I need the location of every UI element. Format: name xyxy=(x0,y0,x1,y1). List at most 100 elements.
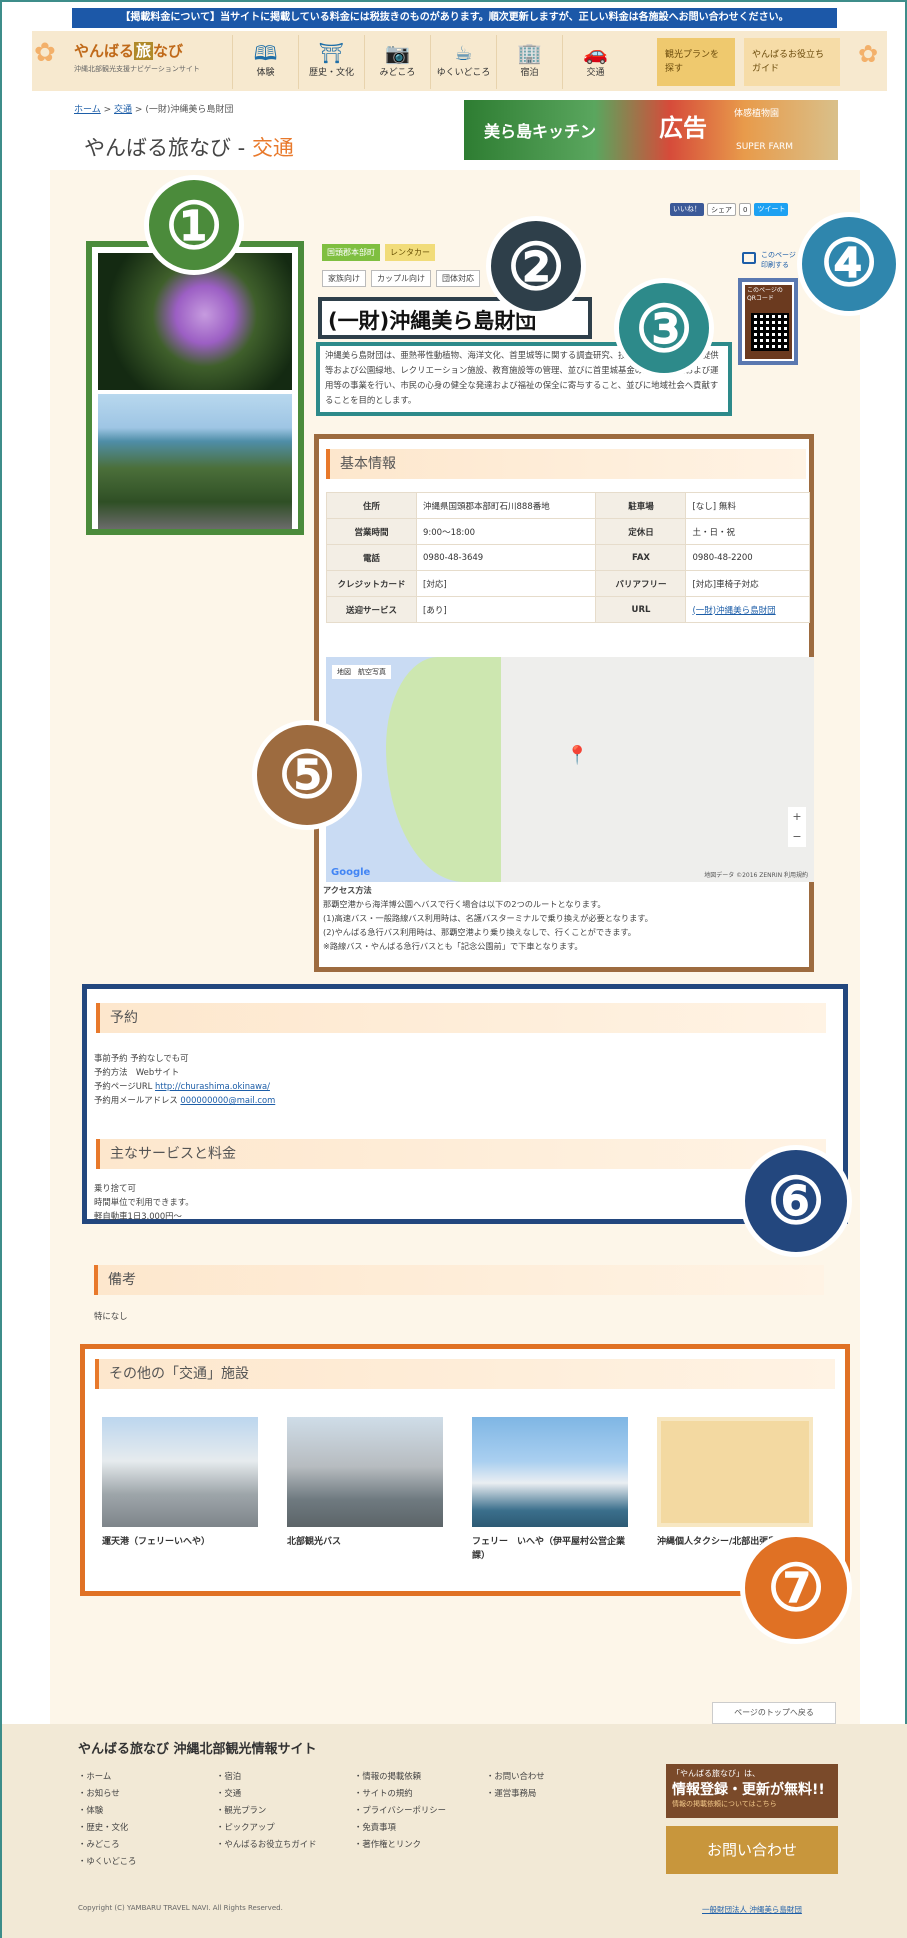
site-logo[interactable]: やんばる旅なび 沖縄北部観光支援ナビゲーションサイト xyxy=(74,40,214,86)
map-copyright: 地図データ ©2016 ZENRIN 利用規約 xyxy=(704,872,808,879)
footer-link[interactable]: ・やんばるお役立ちガイド xyxy=(216,1836,317,1853)
copyright: Copyright (C) YAMBARU TRAVEL NAVI. All R… xyxy=(78,1904,283,1912)
section-heading: 主なサービスと料金 xyxy=(96,1139,826,1169)
facility-thumbnail xyxy=(102,1417,258,1527)
table-row: 営業時間 9:00～18:00 定休日 土・日・祝 xyxy=(326,518,810,545)
hotel-icon: 🏢 xyxy=(517,41,542,65)
logo-tagline: 沖縄北部観光支援ナビゲーションサイト xyxy=(74,65,200,73)
footer-link[interactable]: ・お知らせ xyxy=(78,1785,136,1802)
breadcrumb: ホーム > 交通 > (一財)沖縄美ら島財団 xyxy=(74,105,234,115)
nav-item-rest[interactable]: ☕ ゆくいどころ xyxy=(430,35,496,89)
facility-photos xyxy=(86,241,304,535)
nav-item-stay[interactable]: 🏢 宿泊 xyxy=(496,35,562,89)
share-count: 0 xyxy=(739,203,752,216)
footer-link[interactable]: ・みどころ xyxy=(78,1836,136,1853)
footer-nav-column: ・お問い合わせ ・運営事務局 xyxy=(486,1768,545,1802)
history-icon: ⛩ xyxy=(318,41,345,65)
facebook-like-button[interactable]: いいね！ xyxy=(670,203,704,216)
breadcrumb-home-link[interactable]: ホーム xyxy=(74,105,101,115)
info-table: 住所 沖縄県国頭郡本部町石川888番地 駐車場 [なし] 無料 営業時間 9:00～1… xyxy=(326,492,810,623)
footer-link[interactable]: ・交通 xyxy=(216,1785,317,1802)
share-button[interactable]: シェア xyxy=(707,203,736,216)
facility-thumbnail xyxy=(472,1417,628,1527)
camera-icon: 📷 xyxy=(385,41,410,65)
nav-item-experience[interactable]: 🕮 体験 xyxy=(232,35,298,89)
footer-nav-column: ・情報の掲載依頼 ・サイトの規約 ・プライバシーポリシー ・免責事項 ・著作権と… xyxy=(354,1768,446,1853)
remarks-section: 備考 特になし xyxy=(86,1265,826,1337)
page-title: やんばる旅なび - 交通 xyxy=(84,136,294,160)
footer-title: やんばる旅なび 沖縄北部観光情報サイト xyxy=(78,1742,317,1757)
target-tag: 家族向け xyxy=(322,270,366,287)
nav-item-sights[interactable]: 📷 みどころ xyxy=(364,35,430,89)
printer-icon xyxy=(742,252,756,264)
footer: やんばる旅なび 沖縄北部観光情報サイト ・ホーム ・お知らせ ・体験 ・歴史・文… xyxy=(2,1724,907,1938)
footer-link[interactable]: ・ホーム xyxy=(78,1768,136,1785)
ad-banner[interactable]: 美ら島キッチン 広告 体感植物園 SUPER FARM xyxy=(464,100,838,160)
nav-item-transport[interactable]: 🚗 交通 xyxy=(562,35,628,89)
reservation-email-link[interactable]: 000000000@mail.com xyxy=(180,1095,275,1105)
callout-number-1: ① xyxy=(144,175,244,275)
google-logo: Google xyxy=(331,867,371,878)
access-info: アクセス方法 那覇空港から海洋博公園へバスで行く場合は以下の2つのルートとなりま… xyxy=(323,885,653,951)
car-icon: 🚗 xyxy=(583,41,608,65)
breadcrumb-category-link[interactable]: 交通 xyxy=(114,105,132,115)
section-heading: その他の「交通」施設 xyxy=(95,1359,835,1389)
registration-promo-banner[interactable]: 「やんばる旅なび」は、 情報登録・更新が無料!! 情報の掲載依頼についてはこちら xyxy=(666,1764,838,1818)
facility-card[interactable]: フェリー いへや（伊平屋村公営企業課） xyxy=(472,1417,628,1567)
footer-link[interactable]: ・ゆくいどころ xyxy=(78,1853,136,1870)
reservation-url-link[interactable]: http://churashima.okinawa/ xyxy=(155,1081,270,1091)
callout-number-3: ③ xyxy=(614,278,714,378)
footer-link[interactable]: ・運営事務局 xyxy=(486,1785,545,1802)
callout-number-5: ⑤ xyxy=(252,720,362,830)
nav-item-history[interactable]: ⛩ 歴史・文化 xyxy=(298,35,364,89)
category-tag[interactable]: レンタカー xyxy=(385,244,435,261)
google-map[interactable]: 地図 航空写真 📍 + − Google 地図データ ©2016 ZENRIN 利… xyxy=(326,657,814,882)
hibiscus-decoration-icon: ✿ xyxy=(34,38,56,68)
facility-aerial-photo[interactable] xyxy=(98,394,292,529)
map-zoom-control[interactable]: + − xyxy=(788,807,806,847)
footer-link[interactable]: ・宿泊 xyxy=(216,1768,317,1785)
footer-link[interactable]: ・著作権とリンク xyxy=(354,1836,446,1853)
footer-link[interactable]: ・観光プラン xyxy=(216,1802,317,1819)
reservation-section: 予約 事前予約 予約なしでも可 予約方法 Webサイト 予約ページURL htt… xyxy=(82,984,848,1224)
footer-link[interactable]: ・サイトの規約 xyxy=(354,1785,446,1802)
share-buttons: いいね！ シェア 0 ツイート xyxy=(670,203,789,216)
section-heading: 予約 xyxy=(96,1003,826,1033)
tour-plan-button[interactable]: 観光プランを探す xyxy=(657,38,735,86)
ad-label: 広告 xyxy=(659,114,707,142)
facility-url-link[interactable]: (一財)沖縄美ら島財団 xyxy=(692,606,775,616)
callout-number-4: ④ xyxy=(797,212,901,316)
section-heading: 備考 xyxy=(94,1265,824,1295)
area-tag[interactable]: 国頭郡本部町 xyxy=(322,244,380,261)
table-row: 住所 沖縄県国頭郡本部町石川888番地 駐車場 [なし] 無料 xyxy=(326,492,810,519)
experience-icon: 🕮 xyxy=(253,41,278,65)
footer-link[interactable]: ・免責事項 xyxy=(354,1819,446,1836)
map-type-toggle[interactable]: 地図 航空写真 xyxy=(332,665,391,679)
organization-link[interactable]: 一般財団法人 沖縄美ら島財団 xyxy=(702,1904,802,1915)
footer-nav-column: ・ホーム ・お知らせ ・体験 ・歴史・文化 ・みどころ ・ゆくいどころ xyxy=(78,1768,136,1870)
table-row: 電話 0980-48-3649 FAX 0980-48-2200 xyxy=(326,544,810,571)
other-facilities-section: その他の「交通」施設 運天港（フェリーいへや） 北部観光バス フェリー いへや（… xyxy=(80,1344,850,1596)
tweet-button[interactable]: ツイート xyxy=(754,203,789,216)
guide-button[interactable]: やんばるお役立ちガイド xyxy=(744,38,840,86)
go-to-top-button[interactable]: ページのトップへ戻る xyxy=(712,1702,836,1724)
footer-link[interactable]: ・歴史・文化 xyxy=(78,1819,136,1836)
facility-card[interactable]: 北部観光バス xyxy=(287,1417,443,1567)
callout-number-2: ② xyxy=(486,216,586,316)
contact-button[interactable]: お問い合わせ xyxy=(666,1826,838,1874)
hibiscus-decoration-icon: ✿ xyxy=(858,40,879,68)
footer-link[interactable]: ・ピックアップ xyxy=(216,1819,317,1836)
cafe-icon: ☕ xyxy=(454,41,473,65)
footer-link[interactable]: ・プライバシーポリシー xyxy=(354,1802,446,1819)
footer-link[interactable]: ・情報の掲載依頼 xyxy=(354,1768,446,1785)
footer-link[interactable]: ・お問い合わせ xyxy=(486,1768,545,1785)
facility-card[interactable]: 運天港（フェリーいへや） xyxy=(102,1417,258,1567)
footer-link[interactable]: ・体験 xyxy=(78,1802,136,1819)
target-tag-list: 家族向け カップル向け 団体対応 xyxy=(322,270,480,287)
print-button[interactable]: このページ 印刷する xyxy=(742,247,802,275)
tag-list: 国頭郡本部町 レンタカー xyxy=(322,244,435,261)
qr-code-icon xyxy=(751,313,789,351)
map-pin-icon[interactable]: 📍 xyxy=(566,745,588,766)
logo-text: やんばる旅なび xyxy=(74,42,184,60)
footer-nav-column: ・宿泊 ・交通 ・観光プラン ・ピックアップ ・やんばるお役立ちガイド xyxy=(216,1768,317,1853)
